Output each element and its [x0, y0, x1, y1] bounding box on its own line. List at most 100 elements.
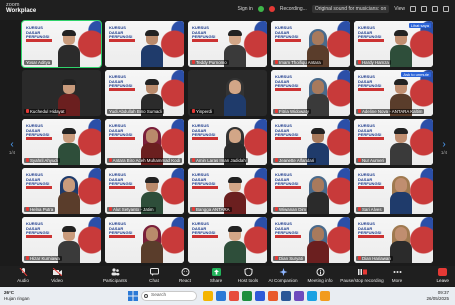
mic-muted-icon [275, 256, 278, 261]
participant-name-text: Imam Thoifiqu Antara [279, 59, 321, 65]
weather-widget[interactable]: 26°C Hujan ringan [4, 290, 30, 301]
titlebar-controls: Sign in Recording... Original sound for … [238, 5, 449, 13]
mic-muted-icon [192, 60, 195, 65]
powerpoint-icon[interactable] [268, 291, 278, 301]
teams-icon[interactable] [294, 291, 304, 301]
participant-name-text: Teddy Purnomo [196, 59, 227, 65]
participant-tile[interactable]: KURSUS DASAR PERFUNGSI Hizar Kurniawa [22, 217, 101, 263]
mic-muted-icon [358, 60, 361, 65]
taskbar-clock[interactable]: 09:37 26/05/2025 [426, 290, 449, 301]
background-strip [26, 235, 52, 238]
tile-badge[interactable]: Ask to unmute [401, 72, 431, 77]
participant-tile[interactable]: KURSUS DASAR PERFUNGSI Hardy Hamza Lihat s… [354, 21, 433, 67]
prev-page-button[interactable]: ‹ 1/4 [5, 140, 19, 156]
participant-tile[interactable]: KURSUS DASAR PERFUNGSI Adeline Nova - ANT… [354, 70, 433, 116]
maximize-icon[interactable] [432, 6, 438, 12]
participant-tile[interactable]: KURSUS DASAR PERFUNGSI Fitria Widowaty [271, 70, 350, 116]
ai-companion-button[interactable]: AI Companion [264, 268, 302, 283]
participant-tile[interactable]: KURSUS DASAR PERFUNGSI [105, 217, 184, 263]
grid-view-icon[interactable] [410, 6, 416, 12]
meeting-info-button[interactable]: Meeting info [301, 268, 339, 283]
background-strip [275, 186, 301, 189]
host-tools-button[interactable]: Host tools [229, 268, 267, 283]
shield-icon[interactable] [257, 6, 264, 12]
participant-tile[interactable]: KURSUS DASAR PERFUNGSI Alut Setyanto - Ja… [105, 168, 184, 214]
ai-companion-label: AI Companion [268, 278, 298, 283]
audio-button[interactable]: Audio [4, 268, 42, 283]
participant-name-text: Yudi Abdullah Bino Sumadi [109, 108, 162, 114]
participant-name-text: Kuchedul Hidayat [30, 108, 65, 114]
participant-name-text: Sari Alves [362, 206, 382, 212]
participant-name: Yudi Abdullah Bino Sumadi [107, 108, 164, 114]
recording-icon [268, 6, 275, 12]
participant-name: Syahril Ahyudi [24, 157, 60, 163]
original-sound-toggle[interactable]: Original sound for musicians: on [311, 5, 390, 13]
participant-tile[interactable]: Kuchedul Hidayat [22, 70, 101, 116]
view-button[interactable]: View [394, 6, 405, 12]
participant-tile[interactable]: KURSUS DASAR PERFUNGSI Wiwanan Dim [271, 168, 350, 214]
participant-tile[interactable]: KURSUS DASAR PERFUNGSI Bangga ANTARA [188, 168, 267, 214]
close-icon[interactable] [443, 6, 449, 12]
zoom-logo: zoom Workplace [6, 2, 36, 14]
logo-line2: Workplace [6, 8, 37, 14]
search-placeholder: Search [151, 293, 167, 298]
participant-name-text: Dian Hariawan [362, 255, 391, 261]
participant-tile[interactable]: KURSUS DASAR PERFUNGSI Jeanette Alfandari [271, 119, 350, 165]
recording-status: Recording... [279, 6, 307, 12]
participant-tile[interactable]: KURSUS DASAR PERFUNGSI Yosar Aditya [21, 20, 102, 68]
notes-icon[interactable] [320, 291, 330, 301]
background-strip [109, 235, 135, 238]
more-icon [393, 271, 401, 273]
participant-name-text: Yosar Aditya [26, 59, 51, 65]
participant-tile[interactable]: KURSUS DASAR PERFUNGSI [105, 21, 184, 67]
participant-name: Adeline Nova - ANTARA Kaltim [356, 108, 425, 114]
chat-label: Chat [149, 278, 159, 283]
chrome-icon[interactable] [229, 291, 239, 301]
participant-name: Jeanette Alfandari [273, 157, 317, 163]
background-strip [109, 88, 135, 91]
participant-tile[interactable]: KURSUS DASAR PERFUNGSI Teddy Purnomo [188, 21, 267, 67]
participant-name: Dian Hariawan [356, 255, 393, 261]
tile-badge[interactable]: Lihat saya [408, 23, 431, 28]
signin-link[interactable]: Sign in [238, 6, 253, 12]
participants-button[interactable]: Participants [96, 268, 134, 283]
participant-tile[interactable]: KURSUS DASAR PERFUNGSI Imam Thoifiqu Anta… [271, 21, 350, 67]
prev-page-label: 1/4 [8, 150, 16, 155]
leave-button[interactable]: Leave [436, 268, 449, 283]
shield-icon [244, 268, 252, 276]
leave-icon [438, 268, 448, 276]
file-explorer-icon[interactable] [203, 291, 213, 301]
background-slide-title: KURSUS DASAR PERFUNGSI [192, 25, 216, 39]
participant-tile[interactable]: KURSUS DASAR PERFUNGSI Antara Biro Aceh M… [105, 119, 184, 165]
word-icon[interactable] [281, 291, 291, 301]
background-strip [275, 88, 301, 91]
participant-tile[interactable]: Yinperdi [188, 70, 267, 116]
background-strip [26, 186, 52, 189]
host-tools-label: Host tools [237, 278, 259, 283]
minimize-icon[interactable] [421, 6, 427, 12]
taskbar-search[interactable]: Search [141, 291, 197, 301]
participant-video [141, 30, 163, 67]
excel-icon[interactable] [242, 291, 252, 301]
participant-tile[interactable]: KURSUS DASAR PERFUNGSI Yudi Abdullah Bino… [105, 70, 184, 116]
participant-tile[interactable]: KURSUS DASAR PERFUNGSI Sari Alves [354, 168, 433, 214]
mail-icon[interactable] [307, 291, 317, 301]
more-button[interactable]: More [378, 268, 416, 283]
participant-tile[interactable]: KURSUS DASAR PERFUNGSI Syahril Ahyudi [22, 119, 101, 165]
participant-name-text: Alut Setyanto - Jatim [113, 206, 154, 212]
background-strip [26, 39, 52, 42]
edge-icon[interactable] [216, 291, 226, 301]
participants-label: Participants [102, 278, 127, 283]
participant-tile[interactable]: KURSUS DASAR PERFUNGSI Helna Putra [22, 168, 101, 214]
windows-start-icon[interactable] [128, 291, 138, 301]
zoom-app-icon[interactable] [255, 291, 265, 301]
participant-tile[interactable]: KURSUS DASAR PERFUNGSI Dian Hariawan [354, 217, 433, 263]
next-page-button[interactable]: › 1/4 [437, 140, 451, 156]
participant-tile[interactable]: KURSUS DASAR PERFUNGSI Nur Aumeri [354, 119, 433, 165]
participant-tile[interactable]: KURSUS DASAR PERFUNGSI Dian Suryati [271, 217, 350, 263]
mic-muted-icon [109, 158, 112, 163]
smiley-icon [181, 268, 189, 276]
video-button[interactable]: Video [38, 268, 76, 283]
participant-tile[interactable]: KURSUS DASAR PERFUNGSI [188, 217, 267, 263]
participant-tile[interactable]: KURSUS DASAR PERFUNGSI Amin Laras Iman Ja… [188, 119, 267, 165]
